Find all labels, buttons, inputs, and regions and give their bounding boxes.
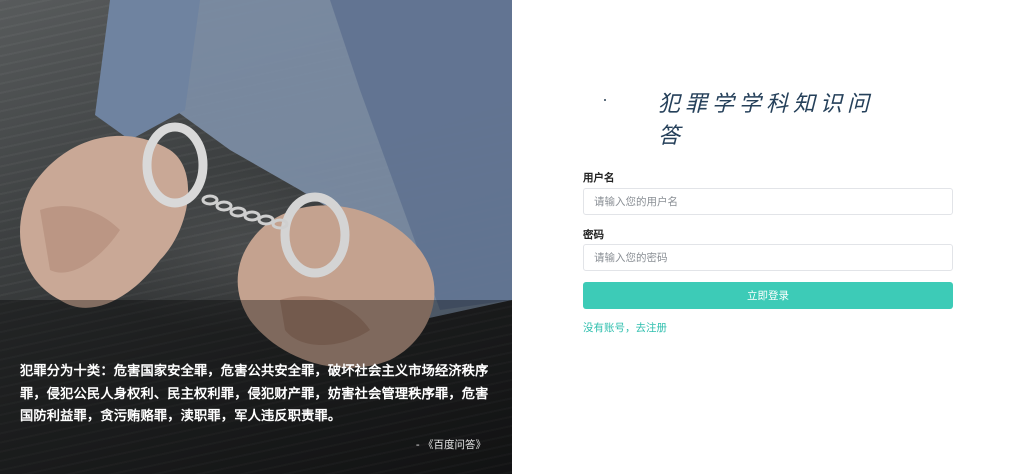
hero-quote-source: - 《百度问答》 xyxy=(415,439,486,451)
login-panel: 犯罪学学科知识问答 用户名 密码 立即登录 没有账号，去注册 xyxy=(512,0,1024,474)
password-input[interactable] xyxy=(583,244,953,271)
site-title: 犯罪学学科知识问答 xyxy=(658,92,875,149)
logo-dot xyxy=(604,99,606,101)
username-input[interactable] xyxy=(583,188,953,215)
hero-image-panel: 犯罪分为十类：危害国家安全罪，危害公共安全罪，破坏社会主义市场经济秩序罪，侵犯公… xyxy=(0,0,512,474)
password-label: 密码 xyxy=(583,229,604,241)
login-button[interactable]: 立即登录 xyxy=(583,282,953,309)
hero-quote: 犯罪分为十类：危害国家安全罪，危害公共安全罪，破坏社会主义市场经济秩序罪，侵犯公… xyxy=(20,364,489,424)
register-link[interactable]: 没有账号，去注册 xyxy=(583,320,667,335)
username-label: 用户名 xyxy=(583,172,615,184)
